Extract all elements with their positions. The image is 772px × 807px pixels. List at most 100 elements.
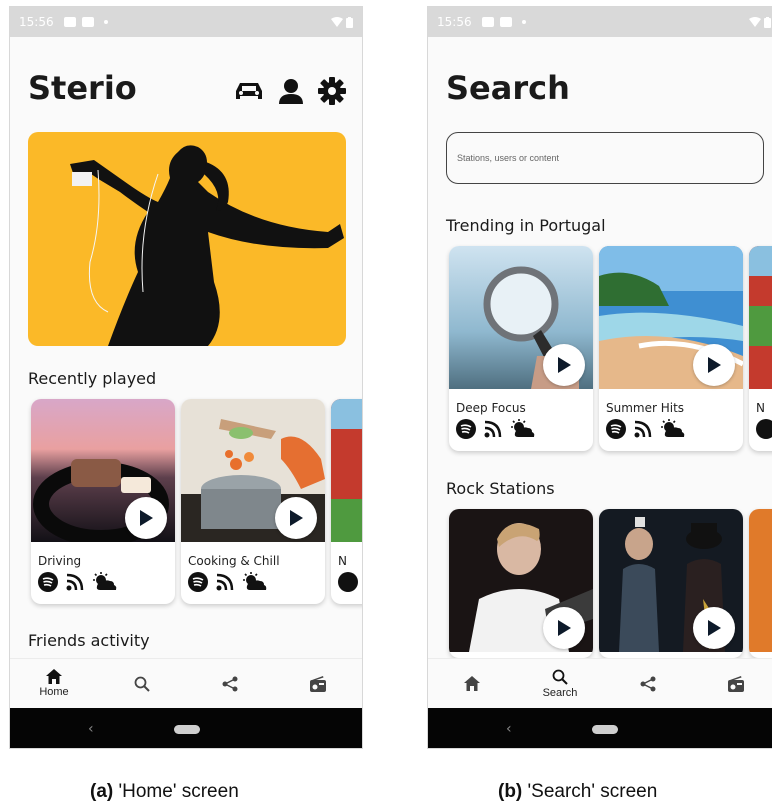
share-icon: [640, 676, 656, 691]
play-button[interactable]: [543, 344, 585, 386]
more-notifications-icon: [521, 20, 526, 24]
rss-icon: [216, 573, 234, 591]
caption-search: (b) 'Search' screen: [498, 781, 657, 803]
status-bar: 15:56: [10, 7, 362, 37]
car-icon[interactable]: [234, 79, 264, 103]
page-title: Search: [446, 69, 570, 107]
weather-icon: [661, 419, 685, 437]
trending-heading: Trending in Portugal: [446, 216, 606, 235]
caption-text: 'Home' screen: [113, 781, 239, 802]
station-card[interactable]: Cooking & Chill: [181, 399, 325, 604]
play-button[interactable]: [693, 607, 735, 649]
spotify-icon: [756, 419, 772, 439]
gear-icon[interactable]: [318, 77, 346, 105]
play-button[interactable]: [543, 607, 585, 649]
wifi-icon: [749, 17, 761, 27]
play-button[interactable]: [275, 497, 317, 539]
search-icon: [552, 669, 568, 685]
status-bar: 15:56: [428, 7, 772, 37]
caption-tag: (a): [90, 781, 114, 802]
tab-share[interactable]: [604, 659, 692, 708]
image-notification-icon: [481, 17, 494, 27]
home-screen: 15:56 Sterio Recently played Driving Coo…: [9, 6, 363, 749]
dancer-silhouette-image: [70, 145, 344, 346]
play-icon: [708, 357, 721, 373]
weather-icon: [93, 572, 117, 590]
card-title: N: [756, 401, 765, 415]
play-button[interactable]: [693, 344, 735, 386]
system-nav-bar: ‹: [10, 708, 362, 748]
play-icon: [558, 620, 571, 636]
tab-label: Home: [39, 686, 69, 698]
status-time: 15:56: [19, 15, 54, 29]
play-icon: [290, 510, 303, 526]
caption-tag: (b): [498, 781, 523, 802]
youtube-notification-icon: [81, 17, 94, 27]
card-title: Driving: [38, 554, 82, 568]
spotify-icon: [338, 572, 358, 592]
play-icon: [558, 357, 571, 373]
page-title: Sterio: [28, 69, 137, 107]
home-icon: [46, 669, 62, 684]
card-title: Summer Hits: [606, 401, 685, 415]
rock-stations-heading: Rock Stations: [446, 479, 555, 498]
rss-icon: [66, 573, 84, 591]
station-card[interactable]: N: [749, 246, 772, 451]
station-card[interactable]: [749, 509, 772, 658]
search-icon: [134, 676, 150, 692]
station-card[interactable]: [449, 509, 593, 658]
featured-banner[interactable]: [28, 132, 346, 346]
station-card[interactable]: N: [331, 399, 362, 604]
home-nav-pill[interactable]: [592, 725, 618, 734]
weather-icon: [511, 419, 535, 437]
recently-played-heading: Recently played: [28, 369, 157, 388]
tab-radio[interactable]: [274, 659, 362, 708]
status-time: 15:56: [437, 15, 472, 29]
back-nav-icon[interactable]: ‹: [88, 721, 94, 737]
back-nav-icon[interactable]: ‹: [506, 721, 512, 737]
bottom-tab-bar: Search: [428, 658, 772, 708]
weather-icon: [243, 572, 267, 590]
card-title: N: [338, 554, 347, 568]
tab-radio[interactable]: [692, 659, 772, 708]
share-icon: [222, 676, 238, 691]
play-button[interactable]: [125, 497, 167, 539]
rss-icon: [634, 420, 652, 438]
battery-icon: [346, 16, 353, 28]
search-input[interactable]: [457, 153, 753, 163]
profile-icon[interactable]: [278, 78, 304, 104]
spotify-icon: [38, 572, 58, 592]
spotify-icon: [188, 572, 208, 592]
caption-home: (a) 'Home' screen: [90, 781, 239, 803]
tab-search[interactable]: [98, 659, 186, 708]
home-nav-pill[interactable]: [174, 725, 200, 734]
card-title: Cooking & Chill: [188, 554, 280, 568]
tab-home[interactable]: Home: [10, 659, 98, 708]
tab-share[interactable]: [186, 659, 274, 708]
tab-search[interactable]: Search: [516, 659, 604, 708]
more-notifications-icon: [103, 20, 108, 24]
station-card[interactable]: Driving: [31, 399, 175, 604]
rock-artwork: [749, 509, 772, 652]
station-card[interactable]: Deep Focus: [449, 246, 593, 451]
tab-label: Search: [542, 686, 578, 699]
radio-icon: [310, 675, 326, 692]
station-card[interactable]: [599, 509, 743, 658]
caption-text: 'Search' screen: [522, 781, 658, 802]
play-icon: [140, 510, 153, 526]
youtube-notification-icon: [499, 17, 512, 27]
system-nav-bar: ‹: [428, 708, 772, 748]
radio-icon: [728, 675, 744, 692]
tab-home[interactable]: [428, 659, 516, 708]
home-icon: [464, 676, 480, 691]
image-notification-icon: [63, 17, 76, 27]
search-screen: 15:56 Search Trending in Portugal Deep F…: [427, 6, 772, 749]
battery-icon: [764, 16, 771, 28]
rss-icon: [484, 420, 502, 438]
search-field[interactable]: [446, 132, 764, 184]
stadium-artwork: [749, 246, 772, 389]
station-card[interactable]: Summer Hits: [599, 246, 743, 451]
card-title: Deep Focus: [456, 401, 526, 415]
spotify-icon: [456, 419, 476, 439]
stadium-artwork: [331, 399, 362, 542]
